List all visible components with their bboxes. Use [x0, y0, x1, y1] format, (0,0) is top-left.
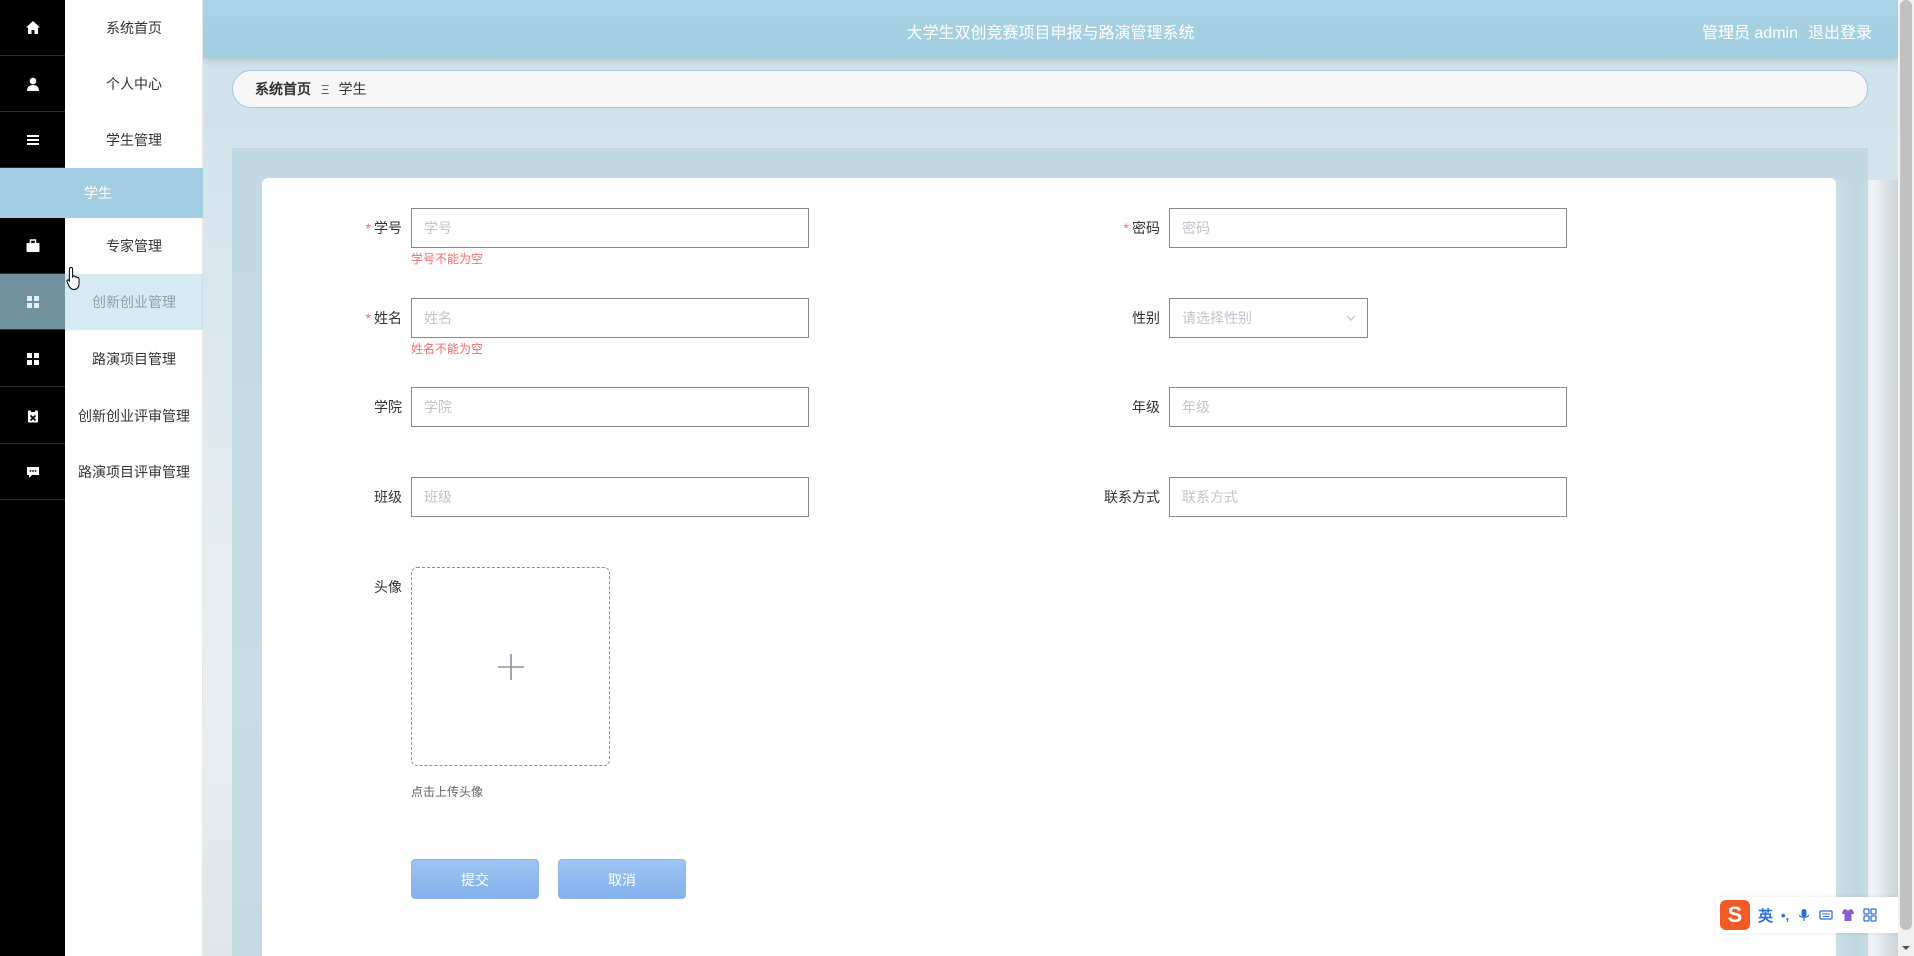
sidebar-item-label: 学生管理 — [106, 132, 162, 148]
contact-label: 联系方式 — [1104, 489, 1160, 505]
sidebar-subitem-student[interactable]: 学生 — [0, 168, 203, 218]
gender-select-placeholder: 请选择性别 — [1182, 310, 1252, 326]
name-input[interactable] — [411, 298, 809, 338]
cancel-button[interactable]: 取消 — [558, 859, 686, 899]
student-id-input[interactable] — [411, 208, 809, 248]
name-error: 姓名不能为空 — [411, 342, 484, 356]
sidebar-item-label: 路演项目评审管理 — [78, 464, 190, 480]
sidebar-subitem-label: 学生 — [84, 185, 112, 201]
grid-icon — [0, 331, 65, 387]
sidebar-item-label: 创新创业评审管理 — [78, 408, 190, 424]
breadcrumb-current: 学生 — [338, 81, 367, 97]
password-label: * 密码 — [1060, 208, 1160, 248]
sidebar-item-home[interactable]: 系统首页 — [0, 0, 203, 56]
required-mark: * — [365, 310, 371, 326]
ime-punctuation[interactable]: •, — [1781, 908, 1789, 923]
class-label: 班级 — [374, 489, 402, 505]
sidebar-item-expert-mgmt[interactable]: 专家管理 — [0, 218, 203, 274]
mouse-cursor-icon — [66, 266, 80, 291]
breadcrumb-home[interactable]: 系统首页 — [255, 79, 311, 99]
required-mark: * — [1123, 220, 1129, 236]
briefcase-icon — [0, 218, 65, 274]
name-label-text: 姓名 — [374, 310, 402, 326]
ime-logo-icon[interactable]: S — [1720, 900, 1750, 930]
chat-icon — [0, 444, 65, 500]
breadcrumb-separator: Ξ — [321, 81, 330, 97]
keyboard-icon[interactable] — [1819, 908, 1833, 922]
home-icon — [0, 0, 65, 56]
sidebar-item-label: 系统首页 — [106, 20, 162, 36]
password-label-text: 密码 — [1132, 220, 1160, 236]
scroll-down-arrow-icon[interactable] — [1900, 942, 1912, 954]
chevron-down-icon — [1346, 315, 1356, 321]
sidebar-item-profile[interactable]: 个人中心 — [0, 56, 203, 112]
student-id-label-text: 学号 — [374, 220, 402, 236]
grid-icon — [0, 274, 65, 330]
sidebar-item-label: 路演项目管理 — [92, 351, 176, 367]
top-header: 大学生双创竞赛项目申报与路演管理系统 管理员 admin 退出登录 — [203, 0, 1898, 58]
required-mark: * — [365, 220, 371, 236]
apps-icon[interactable] — [1863, 908, 1877, 922]
list-icon — [0, 112, 65, 168]
sidebar-item-label: 个人中心 — [106, 76, 162, 92]
skin-icon[interactable] — [1841, 908, 1855, 922]
user-area: 管理员 admin 退出登录 — [1702, 19, 1872, 43]
sidebar-item-innovation-mgmt[interactable]: 创新创业管理 — [0, 274, 203, 330]
ime-language[interactable]: 英 — [1758, 905, 1773, 926]
sidebar-item-roadshow-mgmt[interactable]: 路演项目管理 — [0, 331, 203, 387]
sidebar: 系统首页 个人中心 学生管理 学生 专家管理 创新创业管理 路演项目管理 创新创… — [0, 0, 203, 956]
sidebar-item-label: 专家管理 — [106, 238, 162, 254]
ime-toolbar[interactable]: S 英 •, — [1716, 897, 1898, 933]
plus-icon — [497, 653, 524, 680]
password-input[interactable] — [1169, 208, 1567, 248]
user-icon — [0, 56, 65, 112]
gender-label: 性别 — [1132, 310, 1160, 326]
avatar-upload[interactable] — [411, 567, 610, 766]
grade-label: 年级 — [1132, 399, 1160, 415]
sidebar-item-label: 创新创业管理 — [92, 294, 176, 310]
sidebar-item-innovation-review[interactable]: 创新创业评审管理 — [0, 388, 203, 444]
submit-button[interactable]: 提交 — [411, 859, 539, 899]
name-label: * 姓名 — [300, 298, 402, 338]
avatar-label: 头像 — [374, 579, 402, 595]
college-input[interactable] — [411, 387, 809, 427]
app-title: 大学生双创竞赛项目申报与路演管理系统 — [906, 25, 1195, 42]
sidebar-item-roadshow-review[interactable]: 路演项目评审管理 — [0, 444, 203, 500]
breadcrumb: 系统首页 Ξ 学生 — [232, 70, 1868, 108]
grade-input[interactable] — [1169, 387, 1567, 427]
gender-select[interactable]: 请选择性别 — [1169, 298, 1368, 338]
student-id-label: * 学号 — [300, 208, 402, 248]
avatar-upload-tip: 点击上传头像 — [411, 785, 484, 799]
college-label: 学院 — [374, 399, 402, 415]
contact-input[interactable] — [1169, 477, 1567, 517]
sidebar-item-student-mgmt[interactable]: 学生管理 — [0, 112, 203, 168]
class-input[interactable] — [411, 477, 809, 517]
clipboard-icon — [0, 388, 65, 444]
logout-link[interactable]: 退出登录 — [1808, 25, 1872, 42]
student-id-error: 学号不能为空 — [411, 252, 484, 266]
current-user: 管理员 admin — [1701, 25, 1798, 42]
microphone-icon[interactable] — [1797, 908, 1811, 922]
scrollbar-thumb[interactable] — [1900, 0, 1912, 930]
